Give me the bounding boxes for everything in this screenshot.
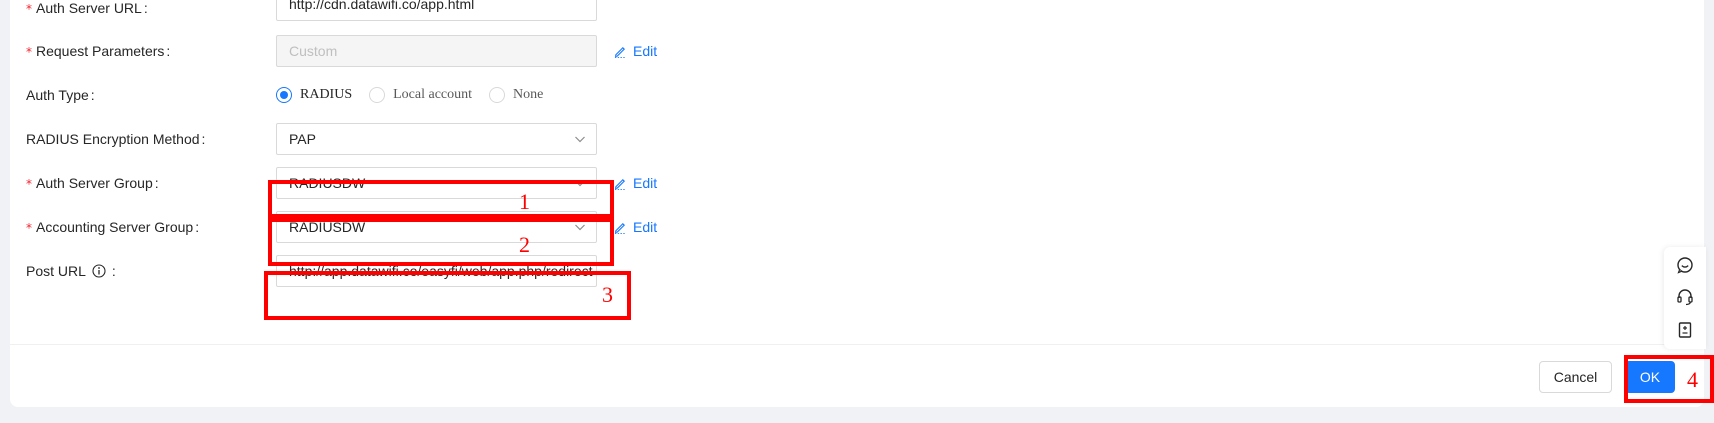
radius-encryption-select[interactable]: PAP <box>276 123 597 155</box>
request-parameters-edit-link[interactable]: Edit <box>614 31 657 71</box>
annotation-box-1 <box>268 180 614 218</box>
radio-none[interactable]: None <box>489 87 543 103</box>
annotation-box-2 <box>268 218 614 266</box>
auth-server-url-label: * Auth Server URL: <box>26 0 148 16</box>
request-parameters-input: Custom <box>276 35 597 67</box>
edit-icon <box>614 46 627 58</box>
floating-toolbar <box>1664 247 1706 349</box>
annotation-number-1: 1 <box>519 189 530 214</box>
chat-icon[interactable] <box>1676 256 1694 274</box>
form-card: * Auth Server URL: http://cdn.datawifi.co… <box>10 0 1704 407</box>
row-request-parameters: * Request Parameters: Custom Edit <box>10 31 1704 71</box>
required-mark: * <box>26 2 32 16</box>
document-icon[interactable] <box>1676 321 1694 339</box>
post-url-label: Post URL: <box>26 263 116 279</box>
radio-dot <box>276 87 292 103</box>
row-auth-type: Auth Type: RADIUS Local account None <box>10 75 1704 115</box>
radius-encryption-label: RADIUS Encryption Method: <box>26 131 206 147</box>
annotation-number-4: 4 <box>1687 367 1698 392</box>
auth-type-label: Auth Type: <box>26 87 95 103</box>
row-accounting-server-group: * Accounting Server Group: RADIUSDW Edit <box>10 207 1704 247</box>
cancel-button[interactable]: Cancel <box>1539 361 1612 393</box>
edit-icon <box>614 222 627 234</box>
annotation-box-4 <box>1624 355 1714 403</box>
accounting-server-group-label: * Accounting Server Group: <box>26 219 200 235</box>
request-parameters-label: * Request Parameters: <box>26 43 171 59</box>
row-radius-encryption: RADIUS Encryption Method: PAP <box>10 119 1704 159</box>
annotation-number-3: 3 <box>602 282 613 307</box>
auth-server-url-input[interactable]: http://cdn.datawifi.co/app.html <box>276 0 597 21</box>
radio-dot <box>369 87 386 103</box>
radio-radius[interactable]: RADIUS <box>276 87 352 103</box>
headset-icon[interactable] <box>1676 288 1694 306</box>
info-icon[interactable] <box>92 264 106 278</box>
auth-server-group-label: * Auth Server Group: <box>26 175 159 191</box>
chevron-down-icon <box>575 136 585 143</box>
annotation-box-3 <box>264 271 631 320</box>
accounting-server-group-edit-link[interactable]: Edit <box>614 207 657 247</box>
annotation-number-2: 2 <box>519 232 530 257</box>
auth-type-radio-group: RADIUS Local account None <box>276 75 560 115</box>
auth-server-group-edit-link[interactable]: Edit <box>614 163 657 203</box>
row-auth-server-url: * Auth Server URL: http://cdn.datawifi.co… <box>10 0 1704 28</box>
radio-dot <box>489 87 506 103</box>
edit-icon <box>614 178 627 190</box>
footer-divider <box>10 344 1704 345</box>
row-auth-server-group: * Auth Server Group: RADIUSDW Edit <box>10 163 1704 203</box>
radio-local-account[interactable]: Local account <box>369 87 472 103</box>
